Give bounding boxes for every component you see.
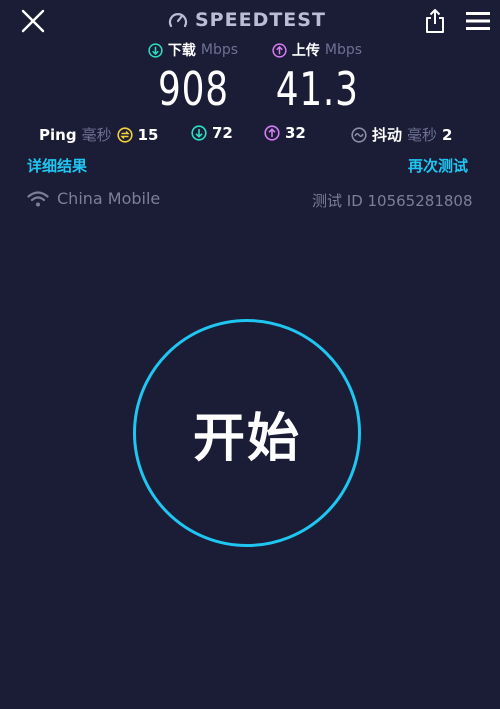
- stats-row: Ping 毫秒 15 72 32 抖动 毫秒 2: [0, 124, 500, 146]
- jitter-value: 2: [442, 125, 453, 144]
- isp-info: China Mobile: [27, 189, 160, 208]
- close-button[interactable]: [20, 8, 46, 34]
- ping-label: Ping: [39, 125, 77, 144]
- jitter-unit: 毫秒: [407, 126, 438, 144]
- jitter-icon: [351, 126, 367, 143]
- app-title: SPEEDTEST: [195, 9, 326, 31]
- ping-unit: 毫秒: [81, 126, 112, 144]
- jitter-stat: 抖动 毫秒 2: [351, 124, 452, 145]
- upload-latency-stat: 32: [264, 124, 306, 142]
- download-label: 下载: [167, 43, 196, 59]
- download-latency-icon: [191, 125, 207, 141]
- download-unit: Mbps: [200, 42, 239, 58]
- ping-icon: [116, 126, 133, 143]
- menu-button[interactable]: [465, 10, 491, 32]
- speedometer-icon: [168, 13, 188, 28]
- upload-label: 上传: [291, 43, 320, 59]
- download-value: 908: [157, 62, 229, 116]
- test-id: 测试 ID 10565281808: [312, 192, 473, 210]
- details-link[interactable]: 详细结果: [27, 155, 87, 176]
- close-icon: [21, 9, 45, 33]
- menu-icon: [466, 12, 490, 30]
- download-latency-stat: 72: [191, 124, 233, 142]
- isp-name: China Mobile: [57, 189, 161, 208]
- download-arrow-icon: [148, 42, 163, 58]
- upload-value: 41.3: [275, 62, 359, 116]
- upload-result: 上传 Mbps 41.3: [262, 40, 372, 112]
- retest-link[interactable]: 再次测试: [408, 155, 468, 176]
- upload-label-row: 上传 Mbps: [272, 40, 362, 60]
- share-icon: [426, 9, 444, 33]
- ping-value: 15: [137, 125, 159, 144]
- download-latency-value: 72: [212, 124, 233, 142]
- start-button[interactable]: 开始: [133, 319, 361, 547]
- upload-unit: Mbps: [324, 42, 363, 58]
- upload-latency-icon: [264, 125, 280, 141]
- wifi-icon: [27, 190, 49, 206]
- upload-latency-value: 32: [285, 124, 306, 142]
- speedtest-screen: SPEEDTEST 下载 Mbps 908 上传 Mbps 41.3 Ping …: [0, 0, 500, 709]
- upload-arrow-icon: [272, 42, 287, 58]
- app-brand: SPEEDTEST: [167, 8, 326, 32]
- jitter-label: 抖动: [372, 126, 403, 144]
- ping-stat: Ping 毫秒 15: [39, 124, 158, 145]
- download-result: 下载 Mbps 908: [138, 40, 248, 112]
- download-label-row: 下载 Mbps: [148, 40, 238, 60]
- start-label: 开始: [192, 408, 301, 469]
- share-button[interactable]: [424, 8, 446, 34]
